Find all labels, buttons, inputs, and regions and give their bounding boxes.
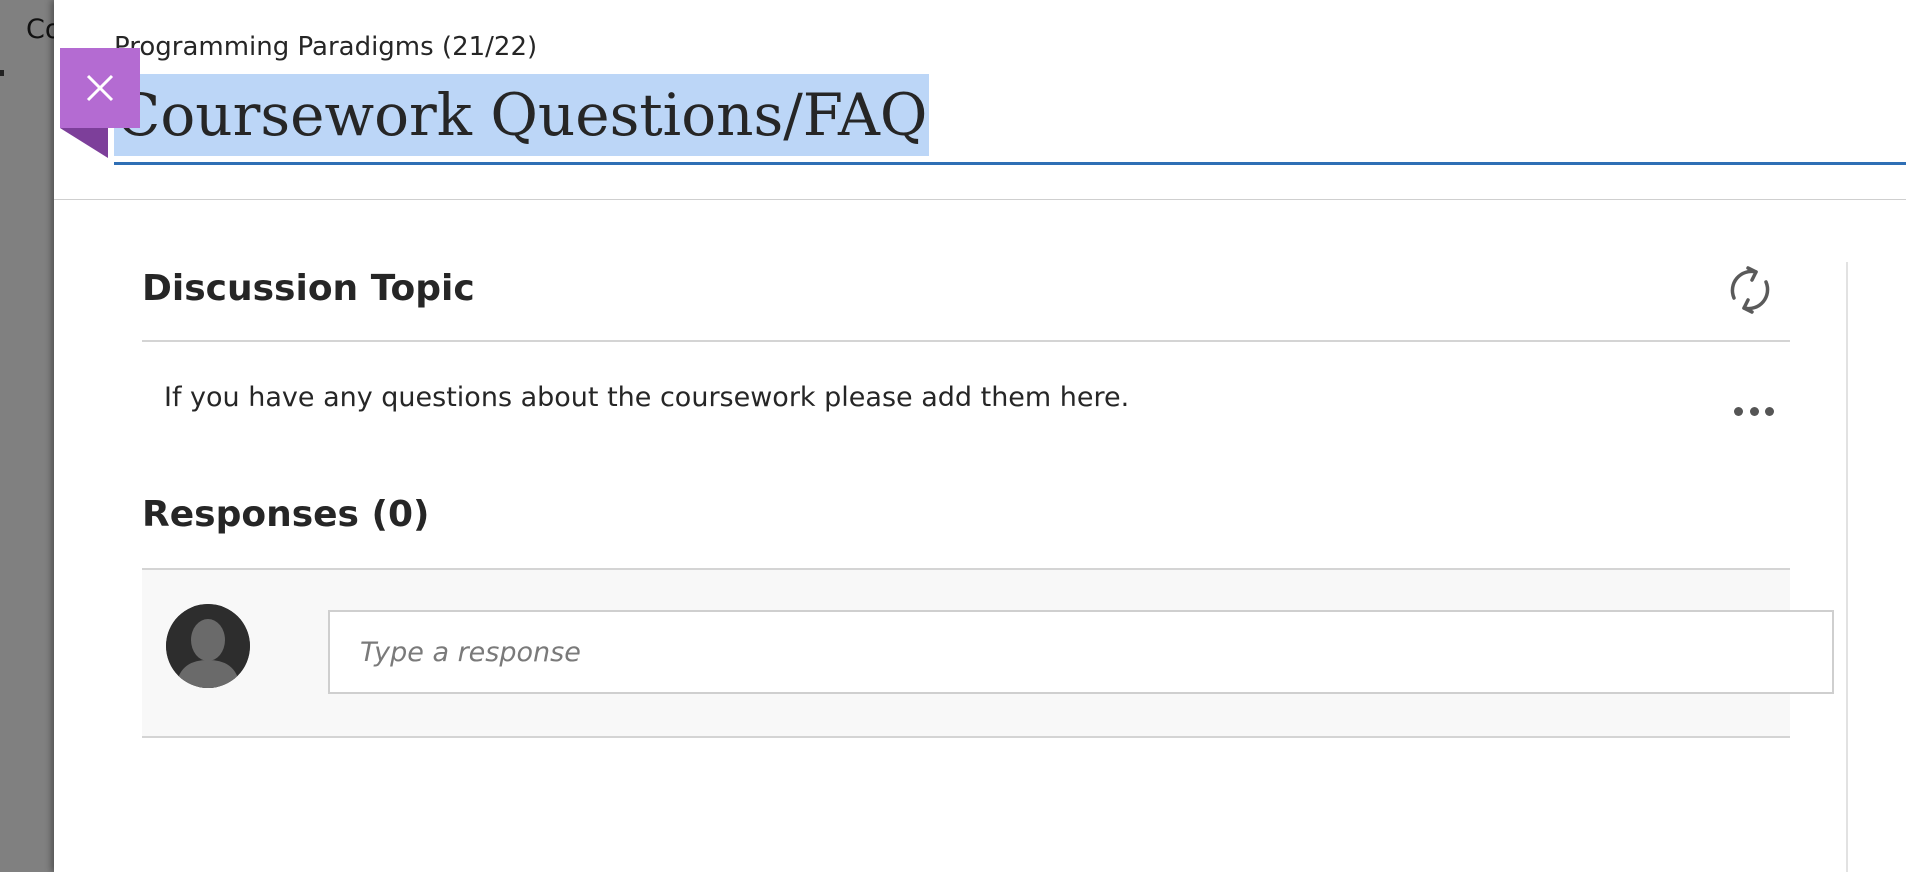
- response-composer: [142, 570, 1834, 738]
- panel-header: Programming Paradigms (21/22) Coursework…: [54, 0, 1906, 200]
- course-name: Programming Paradigms (21/22): [114, 32, 538, 62]
- more-options-icon-dot: [1749, 406, 1759, 416]
- discussion-topic-body: If you have any questions about the cour…: [142, 372, 1790, 442]
- close-tab-fold: [60, 128, 108, 158]
- responses-header: Responses (0): [142, 490, 1790, 570]
- topic-description: If you have any questions about the cour…: [164, 382, 1130, 413]
- background-page-text: Co: [26, 14, 55, 45]
- discussion-topic-header: Discussion Topic: [142, 262, 1790, 342]
- more-options-icon: [1734, 406, 1743, 416]
- background-page-mark: [0, 70, 4, 76]
- title-field[interactable]: Coursework Questions/FAQ: [114, 74, 1906, 165]
- content-divider: [1846, 262, 1848, 872]
- discussion-topic-heading: Discussion Topic: [142, 268, 475, 309]
- discussion-panel: Programming Paradigms (21/22) Coursework…: [54, 0, 1906, 872]
- header-divider: [54, 199, 1906, 200]
- more-options-button[interactable]: [1734, 402, 1774, 420]
- close-icon: [86, 74, 114, 102]
- responses-heading: Responses (0): [142, 494, 430, 535]
- close-button[interactable]: [60, 48, 140, 128]
- more-options-icon-dot: [1765, 406, 1774, 416]
- refresh-icon: [1730, 266, 1770, 314]
- user-avatar-icon: [166, 604, 250, 688]
- response-input[interactable]: [328, 610, 1834, 694]
- refresh-button[interactable]: [1722, 262, 1778, 318]
- background-page: Co: [0, 0, 55, 872]
- page-title[interactable]: Coursework Questions/FAQ: [114, 74, 930, 156]
